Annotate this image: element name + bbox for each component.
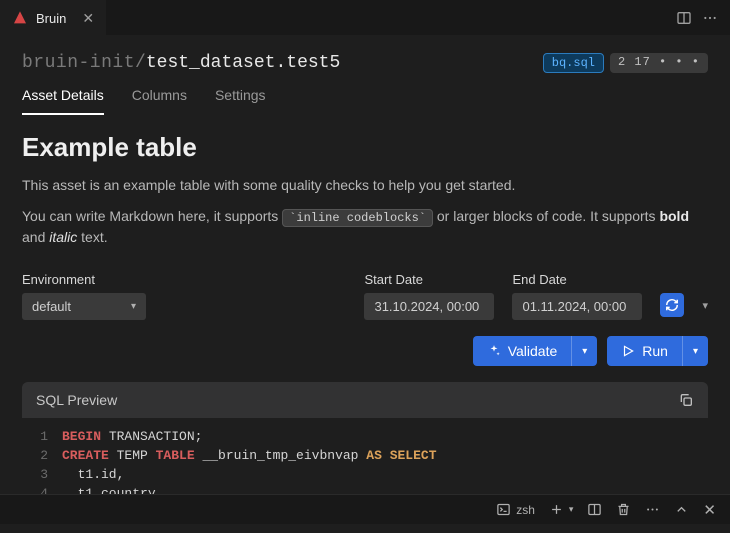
breadcrumb: bruin-init/test_dataset.test5 [22,53,340,73]
tab-settings[interactable]: Settings [215,87,266,115]
italic-example: italic [49,229,77,245]
breadcrumb-row: bruin-init/test_dataset.test5 bq.sql 2 1… [22,53,708,73]
start-date-field[interactable]: 31.10.2024, 00:00 [364,293,494,320]
titlebar: Bruin ✕ [0,0,730,35]
asset-description-line2: You can write Markdown here, it supports… [22,206,708,248]
sql-preview-title: SQL Preview [36,392,117,408]
chevron-down-icon: ▾ [131,301,136,312]
plus-icon [549,502,564,517]
run-label: Run [642,343,668,359]
sparkle-icon [487,344,501,358]
start-date-group: Start Date 31.10.2024, 00:00 [364,272,494,320]
split-editor-icon[interactable] [676,10,692,26]
chevron-down-icon: ▾ [569,504,574,515]
content: bruin-init/test_dataset.test5 bq.sql 2 1… [0,35,730,532]
start-date-label: Start Date [364,272,494,287]
environment-select[interactable]: default ▾ [22,293,146,320]
asset-description-line1: This asset is an example table with some… [22,175,708,196]
desc-text: and [22,229,49,245]
refresh-icon [665,298,679,312]
breadcrumb-main: test_dataset.test5 [146,53,340,73]
tab-columns[interactable]: Columns [132,87,187,115]
more-icon[interactable] [702,10,718,26]
validate-dropdown[interactable]: ▾ [571,336,597,366]
desc-text: You can write Markdown here, it supports [22,208,282,224]
sql-line: 2CREATE TEMP TABLE __bruin_tmp_eivbnvap … [22,447,708,466]
language-badge: bq.sql [543,53,604,73]
inner-tabs: Asset Details Columns Settings [22,87,708,116]
close-panel-icon[interactable]: ✕ [703,501,716,519]
end-date-group: End Date 01.11.2024, 00:00 [512,272,642,320]
breadcrumb-prefix: bruin-init [22,53,135,73]
page-title: Example table [22,132,708,163]
validate-button[interactable]: Validate ▾ [473,336,598,366]
end-date-label: End Date [512,272,642,287]
editor-tab[interactable]: Bruin ✕ [0,0,106,35]
shell-name: zsh [516,503,535,517]
run-dropdown[interactable]: ▾ [682,336,708,366]
run-button[interactable]: Run ▾ [607,336,708,366]
new-terminal-button[interactable]: ▾ [549,502,574,517]
chevron-up-icon[interactable] [674,502,689,517]
more-icon[interactable] [645,502,660,517]
bruin-icon [12,10,28,26]
terminal-icon [496,502,511,517]
refresh-button[interactable] [660,293,684,317]
trash-icon[interactable] [616,502,631,517]
end-date-field[interactable]: 01.11.2024, 00:00 [512,293,642,320]
action-row: Validate ▾ Run ▾ [22,336,708,366]
copy-icon[interactable] [678,392,694,408]
controls-row: Environment default ▾ Start Date 31.10.2… [22,272,708,320]
play-icon [621,344,635,358]
tab-label: Bruin [36,11,66,26]
breadcrumb-slash: / [135,53,146,73]
sql-preview-header: SQL Preview [22,382,708,418]
tab-asset-details[interactable]: Asset Details [22,87,104,115]
environment-label: Environment [22,272,146,287]
inline-code-example: `inline codeblocks` [282,209,433,227]
sql-line: 1BEGIN TRANSACTION; [22,428,708,447]
chevron-down-icon: ▾ [693,346,698,357]
badges: bq.sql 2 17 • • • [543,53,708,73]
environment-value: default [32,299,71,314]
terminal-indicator[interactable]: zsh [496,502,535,517]
meta-badge: 2 17 • • • [610,53,708,73]
desc-text: text. [77,229,107,245]
split-terminal-icon[interactable] [587,502,602,517]
bold-example: bold [659,208,689,224]
chevron-down-icon: ▾ [582,346,587,357]
desc-text: or larger blocks of code. It supports [433,208,659,224]
chevron-down-icon[interactable]: ▾ [702,299,708,312]
close-icon[interactable]: ✕ [82,10,94,27]
statusbar: zsh ▾ ✕ [0,494,730,524]
environment-group: Environment default ▾ [22,272,146,320]
sql-line: 3 t1.id, [22,466,708,485]
validate-label: Validate [508,343,558,359]
